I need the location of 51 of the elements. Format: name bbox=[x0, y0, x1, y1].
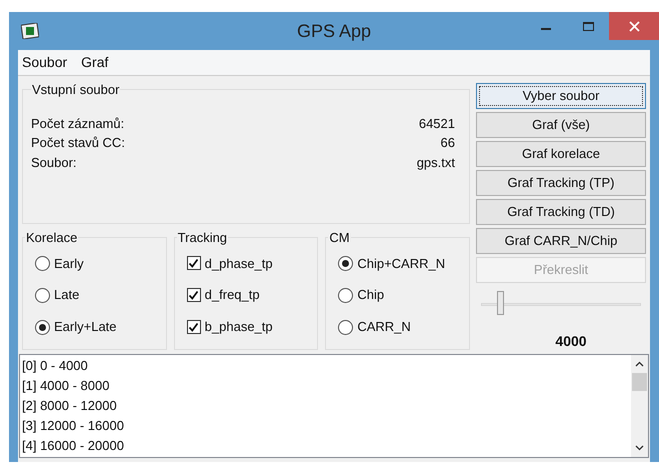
option-label[interactable]: Early+Late bbox=[54, 317, 117, 337]
field-label: Soubor: bbox=[31, 154, 77, 172]
radio-button[interactable] bbox=[338, 288, 354, 303]
list-item[interactable]: [3] 12000 - 16000 bbox=[22, 416, 631, 436]
close-icon bbox=[628, 20, 640, 32]
list-item[interactable]: [2] 8000 - 12000 bbox=[22, 396, 631, 416]
list-item[interactable]: [4] 16000 - 20000 bbox=[22, 436, 631, 456]
action-button[interactable]: Graf Tracking (TD) bbox=[476, 199, 646, 225]
slider-thumb[interactable] bbox=[497, 291, 504, 315]
radio-button[interactable] bbox=[35, 256, 50, 271]
menu-item[interactable]: Graf bbox=[79, 52, 110, 73]
field-value: gps.txt bbox=[416, 154, 455, 172]
field-label: Počet záznamů: bbox=[31, 114, 124, 132]
group-title: Tracking bbox=[176, 229, 228, 247]
menu-item[interactable]: Soubor bbox=[20, 52, 70, 73]
field-value: 64521 bbox=[418, 114, 455, 132]
radio-button[interactable] bbox=[338, 256, 354, 271]
field-label: Počet stavů CC: bbox=[31, 134, 125, 152]
group-title: Vstupní soubor bbox=[31, 81, 120, 99]
action-button[interactable]: Graf korelace bbox=[476, 141, 646, 167]
close-button[interactable] bbox=[609, 12, 659, 40]
option-label[interactable]: d_freq_tp bbox=[204, 285, 260, 305]
option-label[interactable]: Early bbox=[54, 254, 84, 274]
checkbox[interactable] bbox=[186, 320, 201, 334]
slider-value: 4000 bbox=[554, 332, 588, 351]
radio-button[interactable] bbox=[338, 320, 354, 335]
option-label[interactable]: b_phase_tp bbox=[204, 317, 273, 337]
radio-button[interactable] bbox=[35, 320, 50, 335]
scroll-up-icon[interactable] bbox=[635, 361, 644, 367]
field-value: 66 bbox=[440, 134, 455, 152]
scroll-down-icon[interactable] bbox=[635, 445, 644, 451]
group-title: Korelace bbox=[25, 229, 78, 247]
group-title: CM bbox=[328, 229, 351, 247]
list-item[interactable]: [0] 0 - 4000 bbox=[22, 356, 631, 376]
option-label[interactable]: Chip+CARR_N bbox=[357, 254, 446, 274]
checkbox[interactable] bbox=[186, 288, 201, 302]
scroll-thumb[interactable] bbox=[632, 373, 647, 391]
window-title: GPS App bbox=[296, 20, 372, 43]
action-button[interactable]: Vyber soubor bbox=[476, 83, 646, 109]
checkbox[interactable] bbox=[186, 256, 201, 270]
action-button[interactable]: Graf (vše) bbox=[476, 112, 646, 138]
option-label[interactable]: Late bbox=[54, 285, 80, 305]
app-icon bbox=[21, 23, 39, 39]
option-label[interactable]: CARR_N bbox=[357, 317, 411, 337]
option-label[interactable]: Chip bbox=[357, 285, 384, 305]
scrollbar[interactable] bbox=[631, 355, 648, 457]
list-item[interactable]: [1] 4000 - 8000 bbox=[22, 376, 631, 396]
action-button[interactable]: Graf Tracking (TP) bbox=[476, 170, 646, 196]
radio-button[interactable] bbox=[35, 288, 50, 303]
option-label[interactable]: d_phase_tp bbox=[204, 254, 273, 274]
action-button[interactable]: Graf CARR_N/Chip bbox=[476, 228, 646, 254]
